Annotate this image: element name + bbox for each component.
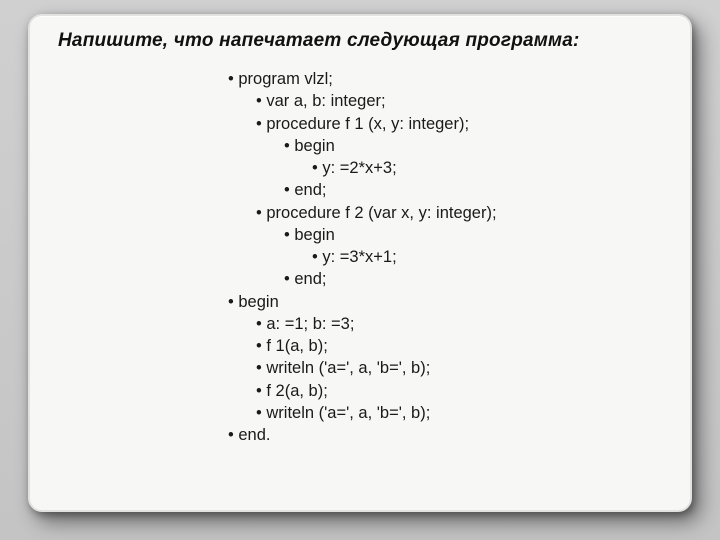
- code-line: f 1(a, b);: [54, 335, 670, 357]
- content-card: Напишите, что напечатает следующая прогр…: [28, 14, 692, 512]
- code-line: end;: [54, 179, 670, 201]
- code-line: f 2(a, b);: [54, 380, 670, 402]
- code-line: a: =1; b: =3;: [54, 313, 670, 335]
- code-line: end;: [54, 268, 670, 290]
- code-line: y: =3*x+1;: [54, 246, 670, 268]
- code-line: begin: [54, 291, 670, 313]
- code-line: procedure f 2 (var x, y: integer);: [54, 202, 670, 224]
- code-line: writeln ('a=', a, 'b=', b);: [54, 402, 670, 424]
- task-title: Напишите, что напечатает следующая прогр…: [58, 30, 670, 52]
- code-line: writeln ('a=', a, 'b=', b);: [54, 357, 670, 379]
- slide: Напишите, что напечатает следующая прогр…: [0, 0, 720, 540]
- code-line: begin: [54, 135, 670, 157]
- code-line: procedure f 1 (x, y: integer);: [54, 113, 670, 135]
- code-line: var a, b: integer;: [54, 90, 670, 112]
- code-line: end.: [54, 424, 670, 446]
- code-block: program vlzl;var a, b: integer;procedure…: [54, 68, 670, 447]
- code-line: begin: [54, 224, 670, 246]
- code-line: program vlzl;: [54, 68, 670, 90]
- code-line: y: =2*x+3;: [54, 157, 670, 179]
